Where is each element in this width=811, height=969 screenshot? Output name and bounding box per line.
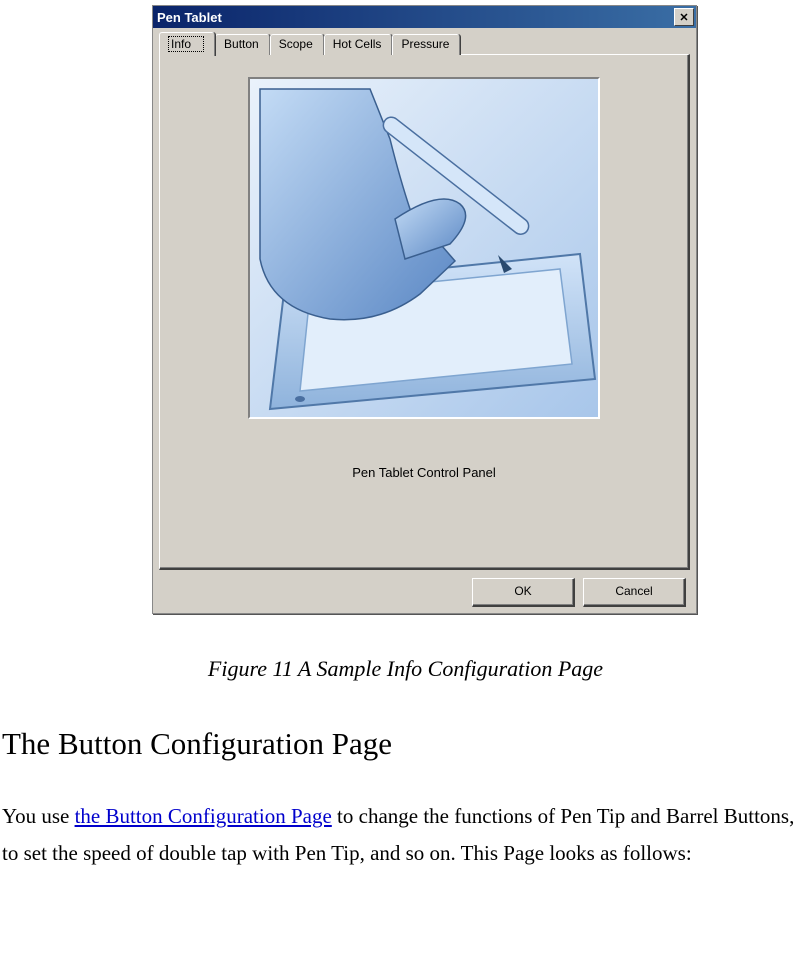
pen-tablet-illustration (250, 79, 598, 417)
dialog-button-row: OK Cancel (159, 578, 690, 607)
tab-button[interactable]: Button (215, 34, 270, 55)
section-heading: The Button Configuration Page (2, 726, 811, 762)
document-page: Pen Tablet ✕ Info Button Scope Hot Cells… (0, 5, 811, 892)
cancel-button[interactable]: Cancel (583, 578, 686, 607)
figure-caption: Figure 11 A Sample Info Configuration Pa… (0, 656, 811, 682)
body-paragraph: You use the Button Configuration Page to… (2, 798, 809, 872)
close-icon: ✕ (679, 11, 688, 24)
pen-tablet-dialog: Pen Tablet ✕ Info Button Scope Hot Cells… (152, 5, 697, 614)
panel-caption: Pen Tablet Control Panel (182, 465, 666, 480)
tab-scope[interactable]: Scope (270, 34, 324, 55)
ok-button[interactable]: OK (472, 578, 575, 607)
product-image (248, 77, 600, 419)
close-button[interactable]: ✕ (674, 8, 694, 26)
titlebar: Pen Tablet ✕ (153, 6, 696, 28)
tab-hot-cells[interactable]: Hot Cells (324, 34, 393, 55)
window-title: Pen Tablet (157, 10, 674, 25)
tab-panel: Pen Tablet Control Panel (159, 54, 690, 570)
para-text-pre: You use (2, 804, 75, 828)
tab-row: Info Button Scope Hot Cells Pressure (159, 32, 690, 56)
dialog-body: Info Button Scope Hot Cells Pressure (153, 28, 696, 613)
tab-label: Info (168, 36, 204, 52)
button-config-link[interactable]: the Button Configuration Page (75, 804, 332, 828)
tab-info[interactable]: Info (159, 32, 215, 56)
tab-pressure[interactable]: Pressure (392, 34, 460, 55)
